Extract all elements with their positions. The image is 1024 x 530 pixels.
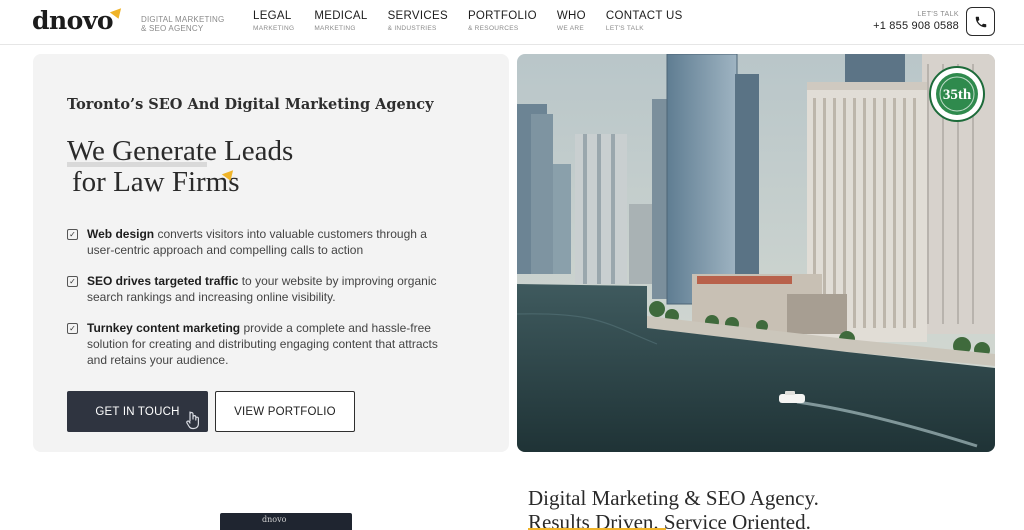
hand-cursor-icon [186, 411, 199, 430]
bullet-bold: Turnkey content marketing [87, 321, 241, 335]
bullet-bold: SEO drives targeted traffic [87, 274, 239, 288]
header-contact: LET'S TALK +1 855 908 0588 [873, 11, 959, 32]
anniversary-badge: 35th [929, 66, 985, 122]
nav-label: CONTACT US [605, 10, 683, 22]
button-label: GET IN TOUCH [95, 405, 180, 418]
nav-item-legal[interactable]: LEGAL MARKETING [253, 10, 294, 32]
list-item: ✓ SEO drives targeted traffic to your we… [67, 273, 457, 305]
hero-text-panel: Toronto’s SEO And Digital Marketing Agen… [33, 54, 509, 452]
bullet-text: Web design converts visitors into valuab… [87, 226, 457, 258]
nav-label: MEDICAL [314, 10, 368, 22]
nav-label: SERVICES [387, 10, 448, 22]
headline-line-1: We Generate Leads [67, 135, 294, 167]
site-header: dnovo DIGITAL MARKETING & SEO AGENCY LEG… [0, 0, 1024, 45]
bullet-text: SEO drives targeted traffic to your webs… [87, 273, 457, 305]
nav-sublabel: & RESOURCES [467, 25, 519, 32]
nav-item-contact[interactable]: CONTACT US LET'S TALK [606, 10, 683, 32]
list-item: ✓ Web design converts visitors into valu… [67, 226, 457, 258]
logo[interactable]: dnovo [32, 6, 125, 36]
nav-sublabel: MARKETING [314, 25, 356, 32]
bullet-text: Turnkey content marketing provide a comp… [87, 320, 457, 368]
city-waterfront-illustration [517, 54, 995, 452]
nav-label: PORTFOLIO [467, 10, 537, 22]
checkbox-icon: ✓ [67, 229, 78, 240]
nav-label: LEGAL [253, 10, 292, 22]
section-subtitle: Results Driven. Service Oriented. [528, 510, 811, 530]
benefit-list: ✓ Web design converts visitors into valu… [67, 226, 457, 383]
nav-sublabel: WE ARE [556, 25, 584, 32]
checkbox-icon: ✓ [67, 323, 78, 334]
nav-label: WHO [556, 10, 586, 22]
get-in-touch-button[interactable]: GET IN TOUCH [67, 391, 208, 432]
logo-wordmark: dnovo [32, 6, 114, 35]
phone-icon [975, 16, 986, 27]
badge-emblem: 35th [936, 73, 978, 115]
thumbnail-logo: dnovo [262, 515, 287, 524]
nav-item-portfolio[interactable]: PORTFOLIO & RESOURCES [468, 10, 537, 32]
tagline-line-2: & SEO AGENCY [141, 24, 204, 33]
list-item: ✓ Turnkey content marketing provide a co… [67, 320, 457, 368]
main-nav: LEGAL MARKETING MEDICAL MARKETING SERVIC… [253, 10, 703, 32]
nav-item-medical[interactable]: MEDICAL MARKETING [314, 10, 367, 32]
phone-number[interactable]: +1 855 908 0588 [873, 20, 959, 32]
headline-line-2: for Law Firms [72, 166, 240, 198]
talk-label: LET'S TALK [917, 11, 959, 18]
nav-sublabel: MARKETING [253, 25, 295, 32]
badge-text: 35th [943, 87, 972, 103]
nav-sublabel: LET'S TALK [605, 25, 644, 32]
view-portfolio-button[interactable]: VIEW PORTFOLIO [215, 391, 355, 432]
section-title: Digital Marketing & SEO Agency. [528, 486, 819, 510]
hero-image [517, 54, 995, 452]
nav-item-services[interactable]: SERVICES & INDUSTRIES [388, 10, 448, 32]
nav-item-who[interactable]: WHO WE ARE [557, 10, 586, 32]
tagline-line-1: DIGITAL MARKETING [141, 15, 225, 24]
bullet-bold: Web design [87, 227, 155, 241]
subtitle-part-2: Service Oriented. [658, 510, 811, 530]
tagline: DIGITAL MARKETING & SEO AGENCY [141, 15, 224, 33]
phone-button[interactable] [966, 7, 995, 36]
hero-kicker: Toronto’s SEO And Digital Marketing Agen… [67, 96, 434, 113]
subtitle-part-1: Results Driven. [528, 510, 659, 530]
checkbox-icon: ✓ [67, 276, 78, 287]
button-label: VIEW PORTFOLIO [234, 405, 336, 418]
nav-sublabel: & INDUSTRIES [387, 25, 437, 32]
hero-headline: We Generate Leads for Law Firms [67, 136, 293, 198]
